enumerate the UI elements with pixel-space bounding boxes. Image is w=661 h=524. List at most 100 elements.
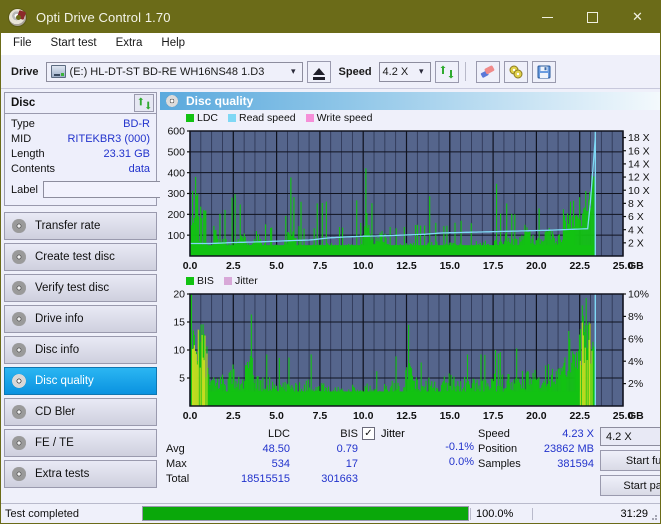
legend-item-bis: BIS [186,275,214,287]
speed-label: Speed [338,65,372,78]
stats-row-label: Max [166,458,187,470]
disc-row-key: Type [11,118,35,130]
sidebar-item-disc-info[interactable]: Disc info [4,336,157,364]
minimize-button[interactable] [525,1,570,33]
jitter-block: ✓ Jitter -0.1% 0.0% [362,427,478,489]
svg-text:GB: GB [628,260,644,272]
legend-item-ldc: LDC [186,112,218,124]
legend-label: BIS [197,275,214,287]
sidebar-item-verify-test-disc[interactable]: Verify test disc [4,274,157,302]
samples-stat-value: 381594 [557,458,594,470]
disc-tools-icon-button[interactable] [503,60,528,83]
position-stat-value: 23862 MB [543,443,594,455]
start-full-button[interactable]: Start full [600,450,660,471]
svg-text:500: 500 [167,146,185,158]
svg-text:20.0: 20.0 [526,260,547,272]
legend-swatch [228,114,237,122]
eject-button[interactable] [306,60,331,83]
sidebar-item-drive-info[interactable]: Drive info [4,305,157,333]
stats-header-bis: BIS [340,428,358,440]
sidebar-item-extra-tests[interactable]: Extra tests [4,460,157,488]
progress-bar [142,506,469,521]
stats-cell-ldc: 18515515 [241,473,290,485]
stats-cell-bis: 301663 [321,473,358,485]
svg-text:15.0: 15.0 [440,410,461,422]
svg-text:300: 300 [167,188,185,200]
samples-stat-row: Samples 381594 [478,457,600,472]
elapsed-time: 31:29 [532,507,660,520]
stats-row-total: Total 18515515 301663 [166,472,362,487]
sidebar: Disc Type BD-R MID RITEKBR3 (000) Length… [1,89,244,523]
bis-chart: BIS Jitter 5 10 15 20 2% 4% 6% 8% 10% 0.0 2.5 5.0 7.… [160,273,660,423]
speed-select[interactable]: 4.2 X ▾ [378,61,431,82]
samples-stat-key: Samples [478,458,521,470]
speed-stat-value: 4.23 X [562,428,594,440]
disc-icon [12,250,26,264]
legend-item-write-speed: Write speed [305,112,373,124]
sidebar-item-cd-bler[interactable]: CD Bler [4,398,157,426]
title-bar: Opti Drive Control 1.70 ✕ [1,1,660,33]
legend-swatch [186,114,194,122]
maximize-button[interactable] [570,1,615,33]
sidebar-item-label: Verify test disc [35,282,110,294]
legend-item-jitter: Jitter [223,275,258,287]
erase-icon [480,65,494,78]
svg-text:10: 10 [173,345,185,357]
svg-text:10%: 10% [628,289,649,301]
start-part-button[interactable]: Start part [600,475,660,496]
menu-file[interactable]: File [10,35,41,52]
resize-grip[interactable] [649,512,658,521]
svg-text:10.0: 10.0 [353,260,374,272]
menu-help[interactable]: Help [158,35,194,52]
sidebar-item-label: Disc info [35,344,80,356]
stats-table: LDC BIS Avg 48.50 0.79 Max 534 17 Total … [166,427,362,489]
test-speed-select[interactable]: 4.2 X ▾ [600,427,660,446]
svg-text:6%: 6% [628,333,643,345]
svg-text:7.5: 7.5 [313,410,328,422]
sidebar-nav: Transfer rate Create test disc Verify te… [4,212,157,488]
jitter-header: ✓ Jitter [362,427,478,440]
svg-text:18 X: 18 X [628,132,650,144]
sidebar-item-fe-te[interactable]: FE / TE [4,429,157,457]
menu-start-test[interactable]: Start test [48,35,106,52]
disc-row-value: BD-R [123,118,150,130]
sidebar-item-transfer-rate[interactable]: Transfer rate [4,212,157,240]
panel-header: Disc quality [160,92,660,110]
svg-text:2.5: 2.5 [226,260,241,272]
toolbar-divider [464,62,466,81]
disc-quality-icon [166,95,178,107]
stats-cell-ldc: 48.50 [262,443,290,455]
svg-text:14 X: 14 X [628,158,650,170]
erase-icon-button[interactable] [475,60,500,83]
application-window: Opti Drive Control 1.70 ✕ File Start tes… [0,0,661,524]
window-title: Opti Drive Control 1.70 [36,9,171,25]
progress-percent: 100.0% [470,507,532,520]
speed-stat-key: Speed [478,428,510,440]
drive-select[interactable]: (E:) HL-DT-ST BD-RE WH16NS48 1.D3 ▾ [45,61,303,82]
jitter-max-value: 0.0% [448,456,474,468]
disc-row-key: Contents [11,163,56,175]
ldc-chart-legend: LDC Read speed Write speed [160,110,660,125]
jitter-checkbox[interactable]: ✓ [362,427,375,440]
svg-text:17.5: 17.5 [483,260,504,272]
ldc-plot-area: 100 200 300 400 500 600 2 X4 X6 X8 X 10 X 12 X 14… [160,125,660,273]
svg-text:600: 600 [167,126,185,138]
legend-swatch [186,277,194,285]
toolbar: Drive (E:) HL-DT-ST BD-RE WH16NS48 1.D3 … [1,55,660,89]
disc-label-key: Label [11,183,38,196]
svg-text:4%: 4% [628,356,643,368]
sidebar-item-create-test-disc[interactable]: Create test disc [4,243,157,271]
stats-header-row: LDC BIS [166,427,362,442]
disc-info-panel: Disc Type BD-R MID RITEKBR3 (000) Length… [4,92,244,206]
menu-extra[interactable]: Extra [113,35,152,52]
disc-refresh-button[interactable] [134,94,154,112]
refresh-icon-button[interactable] [434,60,459,83]
close-button[interactable]: ✕ [615,1,660,33]
bis-chart-legend: BIS Jitter [160,273,660,288]
svg-text:17.5: 17.5 [483,410,504,422]
sidebar-item-disc-quality[interactable]: Disc quality [4,367,157,395]
stats-cell-bis: 17 [345,458,358,470]
save-icon-button[interactable] [531,60,556,83]
main-content: Disc quality LDC Read speed Write speed [160,89,660,519]
ldc-chart: LDC Read speed Write speed 100 200 300 400 5… [160,110,660,273]
